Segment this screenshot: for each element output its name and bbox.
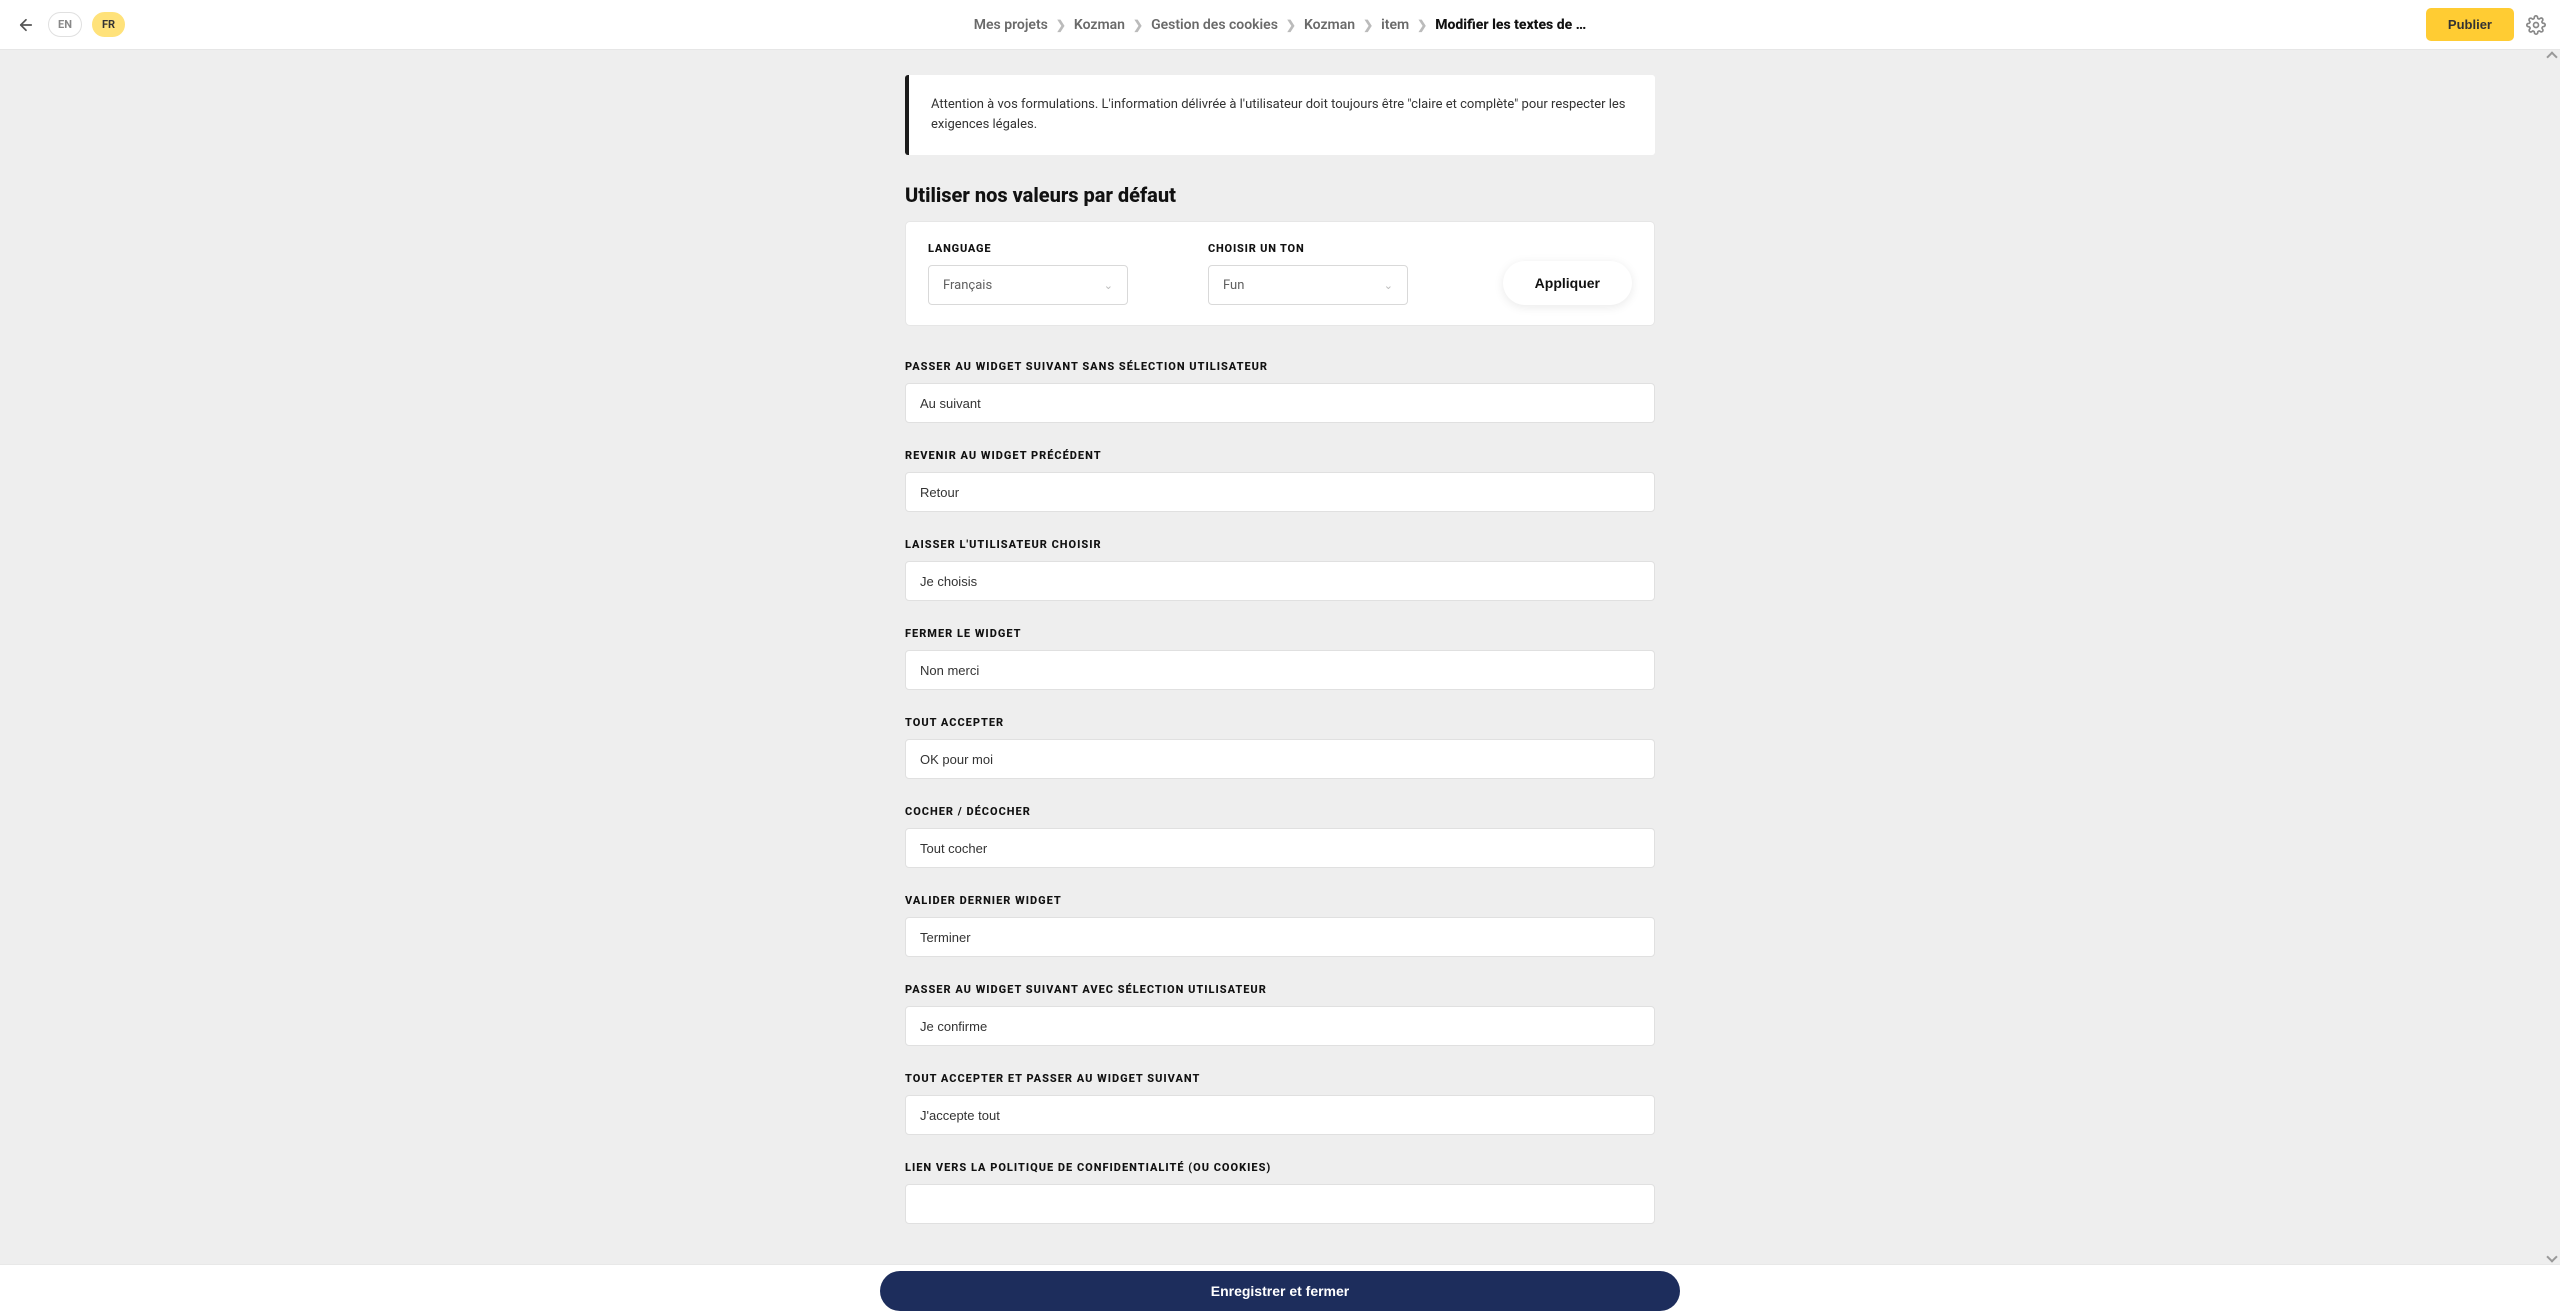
breadcrumb: Mes projets ❯ Kozman ❯ Gestion des cooki…	[974, 17, 1587, 33]
tone-group: CHOISIR UN TON Fun ⌄	[1208, 242, 1408, 305]
language-value: Français	[943, 278, 992, 293]
field-label: COCHER / DÉCOCHER	[905, 805, 1655, 818]
apply-button[interactable]: Appliquer	[1503, 261, 1632, 305]
header-right: Publier	[2426, 8, 2546, 41]
field-label: PASSER AU WIDGET SUIVANT SANS SÉLECTION …	[905, 360, 1655, 373]
field-check-uncheck: COCHER / DÉCOCHER	[905, 805, 1655, 868]
field-label: LAISSER L'UTILISATEUR CHOISIR	[905, 538, 1655, 551]
field-privacy-link: LIEN VERS LA POLITIQUE DE CONFIDENTIALIT…	[905, 1161, 1655, 1224]
breadcrumb-current: Modifier les textes de …	[1435, 17, 1586, 33]
field-input-let-choose[interactable]	[905, 561, 1655, 601]
field-next-select: PASSER AU WIDGET SUIVANT AVEC SÉLECTION …	[905, 983, 1655, 1046]
language-select[interactable]: Français ⌄	[928, 265, 1128, 305]
field-input-privacy-link[interactable]	[905, 1184, 1655, 1224]
back-button[interactable]	[14, 13, 38, 37]
chevron-down-icon: ⌄	[1384, 279, 1393, 292]
field-input-check-uncheck[interactable]	[905, 828, 1655, 868]
header-bar: EN FR Mes projets ❯ Kozman ❯ Gestion des…	[0, 0, 2560, 50]
field-previous: REVENIR AU WIDGET PRÉCÉDENT	[905, 449, 1655, 512]
field-label: TOUT ACCEPTER ET PASSER AU WIDGET SUIVAN…	[905, 1072, 1655, 1085]
publish-button[interactable]: Publier	[2426, 8, 2514, 41]
field-input-previous[interactable]	[905, 472, 1655, 512]
content-column: Attention à vos formulations. L'informat…	[905, 75, 1655, 1224]
field-input-accept-all-next[interactable]	[905, 1095, 1655, 1135]
breadcrumb-item[interactable]: item	[1381, 17, 1409, 33]
arrow-left-icon	[17, 16, 35, 34]
main-scroll-area[interactable]: Attention à vos formulations. L'informat…	[0, 50, 2560, 1264]
footer-bar: Enregistrer et fermer	[0, 1264, 2560, 1316]
alert-text: Attention à vos formulations. L'informat…	[931, 97, 1625, 132]
tone-label: CHOISIR UN TON	[1208, 242, 1408, 255]
field-accept-all-next: TOUT ACCEPTER ET PASSER AU WIDGET SUIVAN…	[905, 1072, 1655, 1135]
chevron-down-icon: ⌄	[1104, 279, 1113, 292]
field-label: REVENIR AU WIDGET PRÉCÉDENT	[905, 449, 1655, 462]
chevron-right-icon: ❯	[1286, 18, 1296, 32]
language-label: LANGUAGE	[928, 242, 1128, 255]
info-alert: Attention à vos formulations. L'informat…	[905, 75, 1655, 155]
field-close-widget: FERMER LE WIDGET	[905, 627, 1655, 690]
settings-button[interactable]	[2526, 15, 2546, 35]
defaults-card: LANGUAGE Français ⌄ CHOISIR UN TON Fun ⌄…	[905, 221, 1655, 326]
chevron-right-icon: ❯	[1417, 18, 1427, 32]
defaults-title: Utiliser nos valeurs par défaut	[905, 183, 1655, 207]
gear-icon	[2526, 15, 2546, 35]
chevron-right-icon: ❯	[1133, 18, 1143, 32]
breadcrumb-kozman-1[interactable]: Kozman	[1074, 17, 1125, 33]
header-left: EN FR	[14, 12, 125, 37]
chevron-right-icon: ❯	[1056, 18, 1066, 32]
save-close-button[interactable]: Enregistrer et fermer	[880, 1271, 1680, 1311]
field-accept-all: TOUT ACCEPTER	[905, 716, 1655, 779]
field-label: FERMER LE WIDGET	[905, 627, 1655, 640]
breadcrumb-projects[interactable]: Mes projets	[974, 17, 1048, 33]
breadcrumb-cookies[interactable]: Gestion des cookies	[1151, 17, 1278, 33]
tone-value: Fun	[1223, 278, 1244, 293]
field-validate-last: VALIDER DERNIER WIDGET	[905, 894, 1655, 957]
field-input-close-widget[interactable]	[905, 650, 1655, 690]
chevron-right-icon: ❯	[1363, 18, 1373, 32]
field-label: TOUT ACCEPTER	[905, 716, 1655, 729]
language-fr-pill[interactable]: FR	[92, 12, 125, 37]
field-label: VALIDER DERNIER WIDGET	[905, 894, 1655, 907]
field-next-noselect: PASSER AU WIDGET SUIVANT SANS SÉLECTION …	[905, 360, 1655, 423]
language-en-pill[interactable]: EN	[48, 12, 82, 37]
field-input-validate-last[interactable]	[905, 917, 1655, 957]
tone-select[interactable]: Fun ⌄	[1208, 265, 1408, 305]
breadcrumb-kozman-2[interactable]: Kozman	[1304, 17, 1355, 33]
field-label: PASSER AU WIDGET SUIVANT AVEC SÉLECTION …	[905, 983, 1655, 996]
field-label: LIEN VERS LA POLITIQUE DE CONFIDENTIALIT…	[905, 1161, 1655, 1174]
field-input-accept-all[interactable]	[905, 739, 1655, 779]
field-let-choose: LAISSER L'UTILISATEUR CHOISIR	[905, 538, 1655, 601]
language-group: LANGUAGE Français ⌄	[928, 242, 1128, 305]
field-input-next-noselect[interactable]	[905, 383, 1655, 423]
field-input-next-select[interactable]	[905, 1006, 1655, 1046]
